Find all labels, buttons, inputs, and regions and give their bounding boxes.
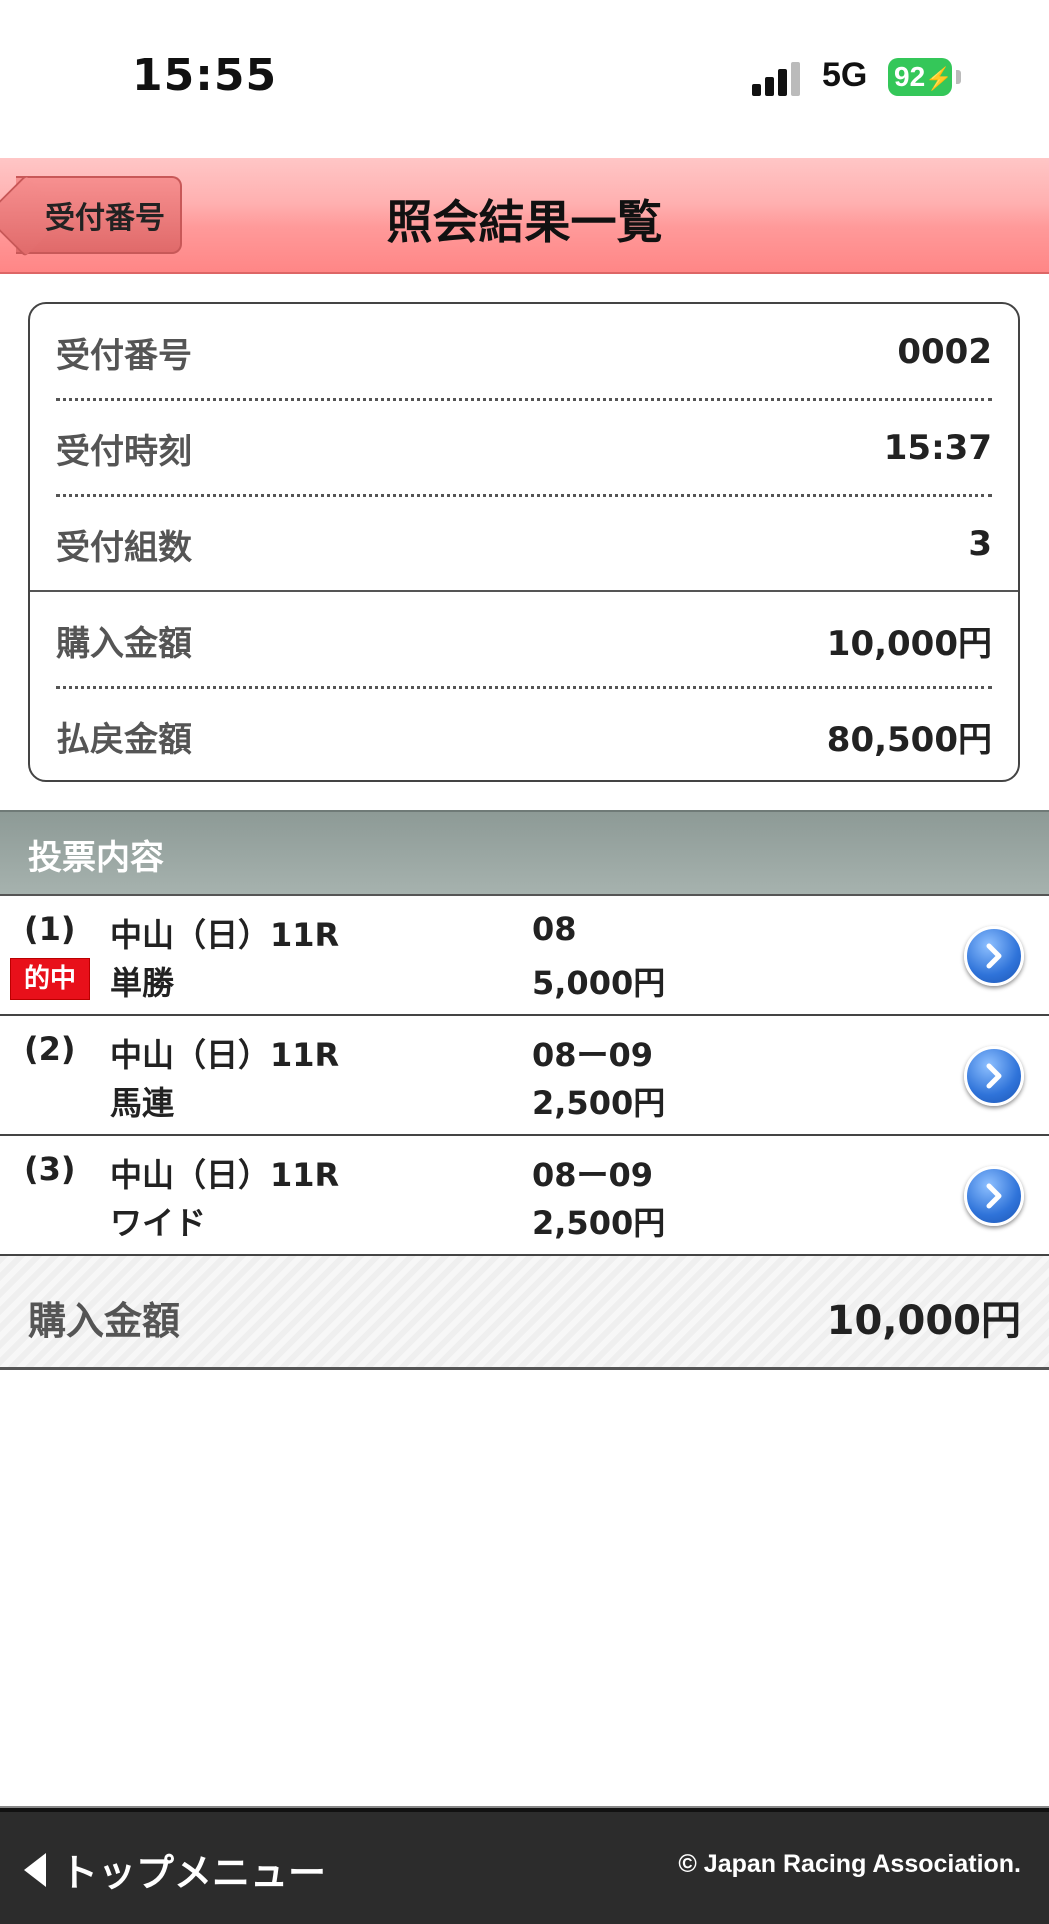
- bet-number: (3): [24, 1150, 76, 1188]
- copyright-text: © Japan Racing Association.: [678, 1850, 1021, 1878]
- battery-icon: 92⚡: [888, 58, 953, 96]
- navigation-bar: 受付番号 照会結果一覧: [0, 158, 1049, 274]
- hit-badge: 的中: [10, 958, 90, 1000]
- chevron-right-icon[interactable]: [964, 926, 1024, 986]
- back-button-label: 受付番号: [45, 201, 165, 236]
- bet-amount: 2,500円: [532, 1204, 666, 1242]
- info-row-receipt-count: 受付組数 3: [56, 496, 992, 592]
- bet-race: 中山（日）11R: [110, 916, 340, 954]
- cellular-signal-icon: [752, 60, 804, 96]
- section-title: 投票内容: [28, 838, 164, 878]
- total-label: 購入金額: [28, 1299, 181, 1343]
- info-row-receipt-time: 受付時刻 15:37: [56, 400, 992, 496]
- chevron-right-icon[interactable]: [964, 1046, 1024, 1106]
- info-label: 受付時刻: [56, 431, 192, 472]
- bet-amount: 2,500円: [532, 1084, 666, 1122]
- info-value: 3: [968, 524, 992, 564]
- bet-number: (2): [24, 1030, 76, 1068]
- top-menu-label: トップメニュー: [60, 1851, 327, 1895]
- status-time: 15:55: [132, 50, 278, 101]
- info-value: 0002: [897, 332, 992, 372]
- network-type: 5G: [822, 56, 868, 94]
- receipt-info-card: 受付番号 0002 受付時刻 15:37 受付組数 3 購入金額 10,000円…: [28, 302, 1020, 782]
- bet-combination: 08ー09: [532, 1036, 654, 1074]
- info-value: 80,500円: [826, 719, 992, 760]
- bet-row[interactable]: (1) 的中 中山（日）11R 単勝 08 5,000円: [0, 896, 1049, 1016]
- info-row-purchase-amount: 購入金額 10,000円: [56, 592, 992, 688]
- bet-race: 中山（日）11R: [110, 1036, 340, 1074]
- bet-row[interactable]: (3) 中山（日）11R ワイド 08ー09 2,500円: [0, 1136, 1049, 1256]
- battery-level: 92: [894, 61, 926, 92]
- bet-type: ワイド: [110, 1204, 207, 1242]
- bet-row[interactable]: (2) 中山（日）11R 馬連 08ー09 2,500円: [0, 1016, 1049, 1136]
- status-bar: 15:55 5G 92⚡: [0, 0, 1049, 158]
- battery-tip: [956, 70, 961, 84]
- bet-combination: 08ー09: [532, 1156, 654, 1194]
- info-row-payout-amount: 払戻金額 80,500円: [56, 688, 992, 780]
- charging-bolt-icon: ⚡: [925, 66, 953, 91]
- bet-race: 中山（日）11R: [110, 1156, 340, 1194]
- bet-type: 馬連: [110, 1084, 175, 1122]
- info-value: 15:37: [883, 428, 992, 468]
- bet-amount: 5,000円: [532, 964, 666, 1002]
- bet-combination: 08: [532, 910, 577, 948]
- left-triangle-icon: [24, 1852, 46, 1887]
- info-label: 払戻金額: [56, 719, 192, 760]
- section-header-bet-content: 投票内容: [0, 810, 1049, 896]
- bet-number: (1): [24, 910, 76, 948]
- info-value: 10,000円: [826, 623, 992, 664]
- info-label: 受付組数: [56, 527, 192, 568]
- bet-type: 単勝: [110, 964, 175, 1002]
- top-menu-link[interactable]: トップメニュー: [24, 1842, 326, 1897]
- total-value: 10,000円: [826, 1298, 1021, 1344]
- info-row-receipt-number: 受付番号 0002: [56, 304, 992, 400]
- info-label: 購入金額: [56, 623, 192, 664]
- info-label: 受付番号: [56, 335, 192, 376]
- chevron-right-icon[interactable]: [964, 1166, 1024, 1226]
- total-purchase-bar: 購入金額 10,000円: [0, 1256, 1049, 1370]
- footer-bar: トップメニュー © Japan Racing Association.: [0, 1808, 1049, 1924]
